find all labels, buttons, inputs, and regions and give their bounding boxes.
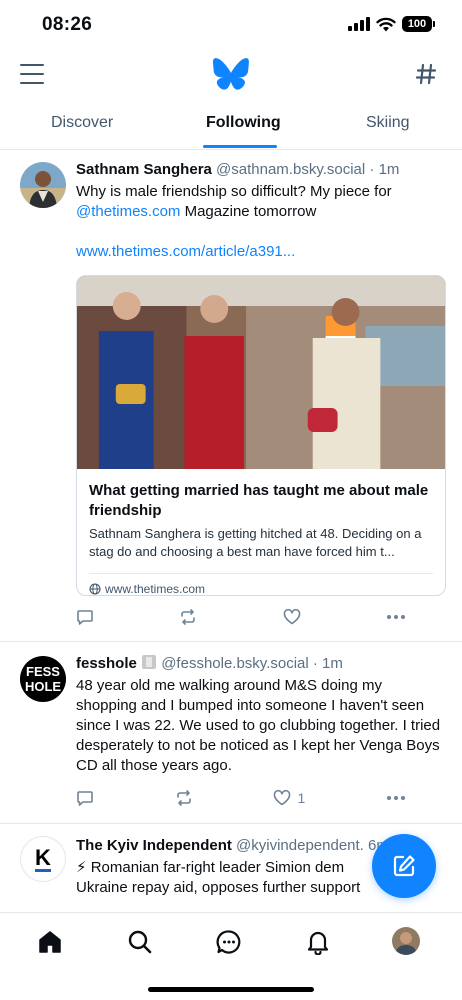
nav-chat[interactable]: [214, 927, 244, 957]
mention-link[interactable]: @thetimes.com: [76, 203, 180, 220]
link-card[interactable]: What getting married has taught me about…: [76, 275, 446, 596]
article-thumbnail: [77, 276, 445, 469]
repost-icon: [181, 609, 196, 625]
author-handle[interactable]: @fesshole.bsky.social: [161, 655, 309, 672]
verified-badge-icon: [142, 655, 157, 669]
post-actions: [76, 606, 406, 628]
author-name[interactable]: Sathnam Sanghera: [76, 161, 212, 178]
status-time: 08:26: [42, 14, 93, 35]
search-icon: [128, 930, 152, 954]
avatar[interactable]: K: [20, 836, 66, 882]
heart-icon: [283, 608, 300, 625]
ellipsis-icon: [387, 796, 405, 800]
globe-icon: [89, 583, 101, 595]
bottom-navigation: [0, 912, 462, 1000]
home-indicator: [148, 987, 314, 992]
signal-icon: [348, 17, 370, 31]
battery-indicator: 100: [402, 16, 435, 32]
wifi-icon: [376, 17, 396, 31]
author-name[interactable]: The Kyiv Independent: [76, 837, 232, 854]
compose-icon: [393, 855, 415, 877]
app-header: [0, 52, 462, 98]
ellipsis-icon: [386, 615, 405, 619]
avatar[interactable]: [20, 162, 66, 208]
card-domain: www.thetimes.com: [89, 573, 433, 595]
avatar[interactable]: FESS HOLE: [20, 656, 66, 702]
feed-post[interactable]: FESS HOLE fesshole @fesshole.bsky.social…: [0, 642, 462, 824]
like-button[interactable]: 1: [273, 789, 305, 807]
hashtag-icon[interactable]: [414, 62, 438, 86]
bell-icon: [307, 931, 329, 955]
reply-button[interactable]: [76, 608, 94, 626]
repost-button[interactable]: [179, 608, 197, 626]
nav-notifications[interactable]: [303, 927, 333, 957]
card-description: Sathnam Sanghera is getting hitched at 4…: [89, 526, 422, 559]
hamburger-icon[interactable]: [20, 64, 44, 84]
profile-avatar[interactable]: [392, 927, 420, 955]
home-icon: [39, 931, 61, 953]
reply-icon: [77, 791, 93, 806]
author-handle[interactable]: @sathnam.bsky.social: [216, 161, 365, 178]
heart-icon: [274, 789, 291, 806]
tab-following[interactable]: Following: [206, 114, 281, 132]
card-title: What getting married has taught me about…: [89, 482, 429, 519]
compose-button[interactable]: [372, 834, 436, 898]
post-time: · 1m: [369, 161, 400, 178]
author-name[interactable]: fesshole: [76, 655, 137, 672]
more-options-button[interactable]: [386, 795, 406, 801]
article-link[interactable]: www.thetimes.com/article/a391...: [76, 242, 446, 262]
like-button[interactable]: [283, 608, 301, 626]
like-count: 1: [297, 790, 306, 806]
active-tab-indicator: [203, 145, 277, 148]
post-text: 48 year old me walking around M&S doing …: [76, 677, 441, 774]
post-header: Sathnam Sanghera @sathnam.bsky.social · …: [76, 160, 446, 180]
feed-tabs: Discover Following Skiing: [0, 98, 462, 150]
nav-search[interactable]: [125, 927, 155, 957]
reply-button[interactable]: [76, 789, 94, 807]
butterfly-logo: [213, 58, 249, 90]
tab-skiing[interactable]: Skiing: [366, 114, 410, 132]
post-time: · 1m: [312, 655, 343, 672]
more-options-button[interactable]: [386, 614, 406, 620]
status-bar: 08:26 100: [0, 0, 462, 52]
repost-icon: [176, 790, 191, 806]
reply-icon: [77, 610, 93, 625]
nav-home[interactable]: [35, 927, 65, 957]
chat-icon: [216, 930, 241, 954]
post-header: fesshole @fesshole.bsky.social · 1m: [76, 654, 446, 674]
post-actions: 1: [76, 787, 406, 809]
tab-discover[interactable]: Discover: [51, 114, 113, 132]
repost-button[interactable]: [175, 789, 193, 807]
author-handle[interactable]: @kyivindependent.: [236, 837, 364, 854]
post-text: Why is male friendship so difficult? My …: [76, 183, 392, 220]
feed-post[interactable]: Sathnam Sanghera @sathnam.bsky.social · …: [0, 150, 462, 642]
status-icons: 100: [348, 16, 435, 32]
